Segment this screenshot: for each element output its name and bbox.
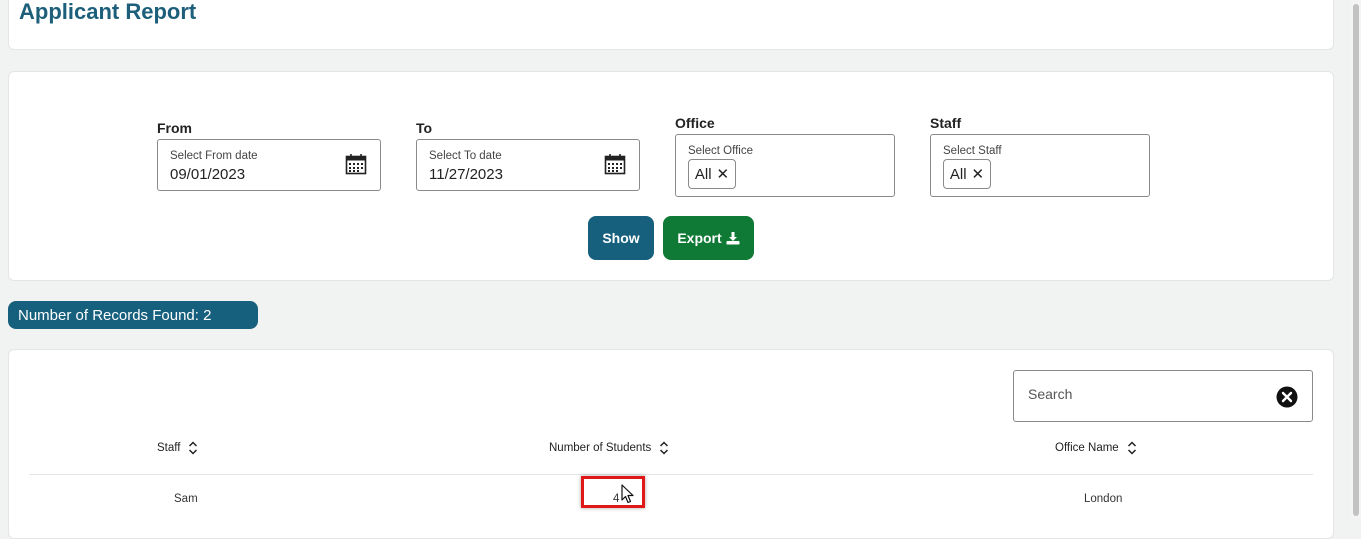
office-chip: All ✕ — [688, 159, 736, 189]
staff-select-hint: Select Staff — [943, 145, 1002, 157]
highlight-box — [581, 476, 645, 508]
calendar-icon[interactable] — [345, 153, 367, 175]
office-select[interactable]: Select Office All ✕ — [675, 134, 895, 197]
download-icon — [726, 232, 740, 245]
office-chip-label: All — [694, 165, 712, 183]
export-button[interactable]: Export — [663, 216, 754, 260]
export-button-label: Export — [677, 230, 722, 246]
to-date-hint: Select To date — [429, 150, 502, 162]
close-icon[interactable]: ✕ — [972, 165, 985, 183]
clear-search-icon[interactable] — [1276, 386, 1298, 408]
to-date-field[interactable]: Select To date 11/27/2023 — [416, 139, 640, 191]
table-cell-staff: Sam — [174, 493, 198, 505]
from-date-value: 09/01/2023 — [170, 166, 246, 183]
scrollbar-thumb[interactable] — [1353, 4, 1359, 516]
to-date-value: 11/27/2023 — [429, 166, 503, 183]
calendar-icon[interactable] — [604, 153, 626, 175]
records-found-badge: Number of Records Found: 2 — [8, 301, 258, 329]
office-select-hint: Select Office — [688, 145, 753, 157]
sort-icon[interactable] — [188, 441, 198, 455]
staff-chip-label: All — [949, 165, 967, 183]
column-header-label: Staff — [157, 442, 181, 454]
sort-icon[interactable] — [659, 441, 669, 455]
column-header-staff[interactable]: Staff — [157, 441, 198, 455]
column-header-office-name[interactable]: Office Name — [1055, 441, 1137, 455]
from-date-hint: Select From date — [170, 150, 258, 162]
search-input[interactable] — [1026, 385, 1270, 403]
to-label: To — [416, 120, 433, 136]
staff-label: Staff — [930, 115, 962, 131]
from-label: From — [157, 120, 192, 136]
table-card: Staff Number of Students Office Name Sam… — [8, 349, 1334, 539]
office-label: Office — [675, 115, 715, 131]
mouse-cursor-icon — [621, 484, 634, 504]
column-header-label: Office Name — [1055, 442, 1119, 454]
filter-card: From Select From date 09/01/2023 To Sele… — [8, 71, 1334, 281]
staff-select[interactable]: Select Staff All ✕ — [930, 134, 1150, 197]
search-field[interactable] — [1013, 370, 1313, 422]
staff-chip: All ✕ — [943, 159, 991, 189]
close-icon[interactable]: ✕ — [717, 165, 730, 183]
sort-icon[interactable] — [1127, 441, 1137, 455]
column-header-label: Number of Students — [549, 442, 652, 454]
column-header-number-of-students[interactable]: Number of Students — [549, 441, 669, 455]
from-date-field[interactable]: Select From date 09/01/2023 — [157, 139, 381, 191]
show-button[interactable]: Show — [588, 216, 654, 260]
table-cell-office: London — [1084, 493, 1123, 505]
table-header-divider — [29, 474, 1313, 475]
title-card: Applicant Report — [8, 0, 1334, 50]
page-title: Applicant Report — [19, 0, 197, 24]
